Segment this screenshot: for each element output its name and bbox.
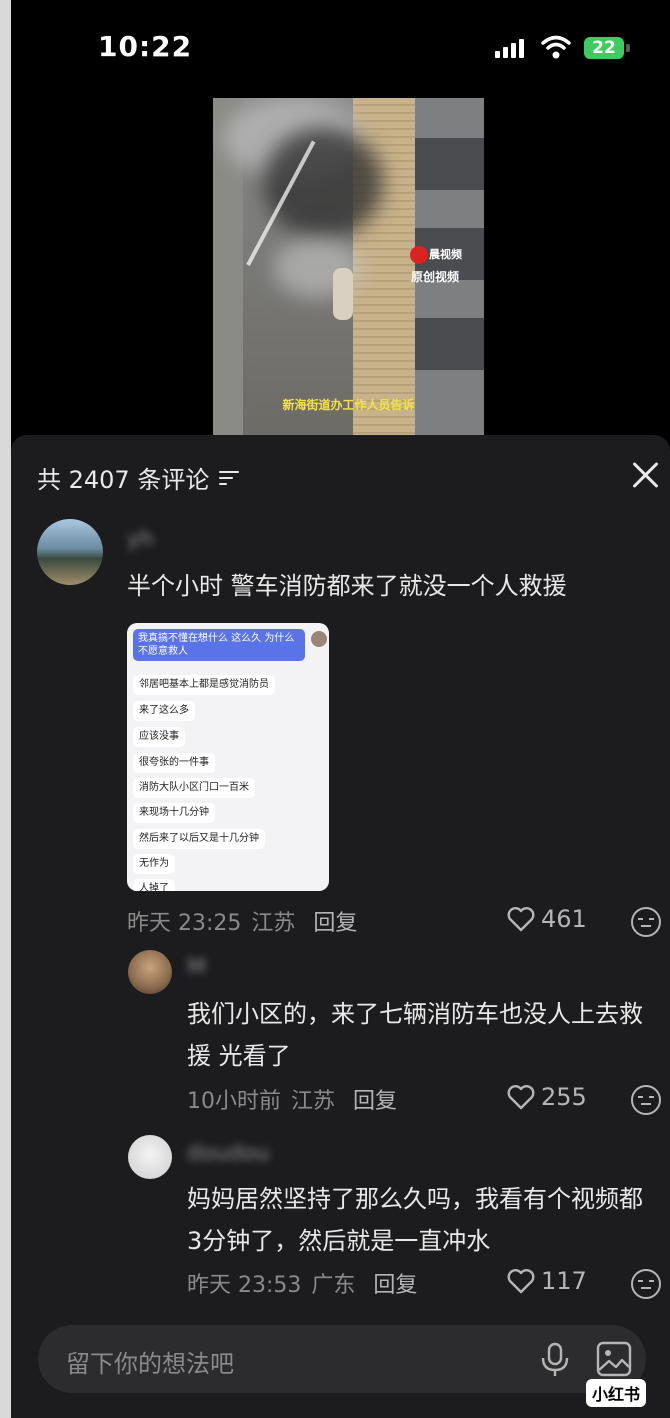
comment-time: 昨天 23:25 <box>127 911 242 936</box>
comment-text: 妈妈居然坚持了那么久吗，我看有个视频都3分钟了，然后就是一直冲水 <box>187 1185 643 1255</box>
comment-username[interactable]: doudou <box>187 1141 270 1166</box>
building-right <box>415 98 484 435</box>
wifi-icon <box>541 35 571 59</box>
emoji-reaction-icon[interactable] <box>631 907 661 937</box>
comment-input[interactable]: 留下你的想法吧 <box>38 1325 646 1393</box>
video-watermark-logo <box>410 246 428 264</box>
status-bar: 10:22 22 <box>11 0 670 95</box>
comment-text: 半个小时 警车消防都来了就没一个人救援 <box>127 572 567 600</box>
comment-meta: 10小时前 江苏 回复 <box>187 1083 397 1115</box>
comment-text: 我们小区的，来了七辆消防车也没人上去救援 光看了 <box>187 1000 643 1070</box>
chat-message: 来了这么多 <box>133 701 195 721</box>
chat-message: 然后来了以后又是十几分钟 <box>133 829 265 849</box>
comment-username[interactable]: M <box>187 955 206 980</box>
video-thumbnail[interactable]: 晨视频 原创视频 新海街道办工作人员告诉 <box>213 98 484 435</box>
chat-message: 无作为 <box>133 854 175 874</box>
comment-meta: 昨天 23:25 江苏 回复 <box>127 905 357 937</box>
comment-time: 10小时前 <box>187 1089 281 1114</box>
battery-level: 22 <box>592 38 616 58</box>
reply-button[interactable]: 回复 <box>353 1083 397 1115</box>
reply-button[interactable]: 回复 <box>373 1267 417 1299</box>
comment-location: 广东 <box>311 1273 356 1298</box>
cellular-signal-icon <box>495 38 524 58</box>
heart-icon <box>507 1085 535 1110</box>
chat-message: 消防大队小区门口一百米 <box>133 778 255 798</box>
video-watermark-name: 晨视频 <box>429 248 462 261</box>
like-button[interactable]: 255 <box>507 1083 587 1111</box>
avatar[interactable] <box>128 950 172 994</box>
emoji-reaction-icon[interactable] <box>631 1269 661 1299</box>
reply-button[interactable]: 回复 <box>313 905 357 937</box>
chat-message: 来现场十几分钟 <box>133 803 215 823</box>
comment-meta: 昨天 23:53 广东 回复 <box>187 1267 417 1299</box>
like-button[interactable]: 117 <box>507 1267 587 1295</box>
avatar[interactable] <box>128 1135 172 1179</box>
comment-username[interactable]: yh <box>127 527 154 552</box>
chat-avatar <box>311 631 327 647</box>
person-figure <box>333 268 353 320</box>
heart-icon <box>507 907 535 932</box>
comment-image[interactable]: 我真搞不懂在想什么 这么久 为什么不愿意救人 邻居吧基本上都是感觉消防员 来了这… <box>127 623 329 891</box>
comment-count-label: 共 2407 条评论 <box>37 466 210 494</box>
chat-message: 邻居吧基本上都是感觉消防员 <box>133 675 275 695</box>
comment-time: 昨天 23:53 <box>187 1273 302 1298</box>
avatar[interactable] <box>37 519 103 585</box>
battery-indicator: 22 <box>584 37 624 59</box>
like-count: 117 <box>541 1267 587 1295</box>
chat-message-blue: 我真搞不懂在想什么 这么久 为什么不愿意救人 <box>133 629 305 661</box>
like-count: 255 <box>541 1083 587 1111</box>
video-caption: 新海街道办工作人员告诉 <box>282 398 415 412</box>
video-watermark-original: 原创视频 <box>411 270 460 284</box>
comments-panel: 共 2407 条评论 yh 半个小时 警车消防都来了就没一个人救援 我真搞不懂在… <box>11 435 670 1418</box>
image-picker-icon[interactable] <box>595 1340 633 1378</box>
heart-icon <box>507 1269 535 1294</box>
chat-message: 人掉了 <box>133 879 175 891</box>
sort-filter-icon[interactable] <box>219 468 240 488</box>
chat-message: 应该没事 <box>133 727 185 747</box>
left-edge-bar <box>0 0 11 1418</box>
close-icon[interactable] <box>631 460 661 490</box>
microphone-icon[interactable] <box>538 1342 572 1378</box>
xiaohongshu-watermark: 小红书 <box>586 1379 647 1407</box>
status-time: 10:22 <box>98 30 193 63</box>
comment-location: 江苏 <box>251 911 296 936</box>
comment-count[interactable]: 共 2407 条评论 <box>37 460 240 495</box>
comment-input-placeholder: 留下你的想法吧 <box>66 1350 234 1378</box>
like-count: 461 <box>541 905 587 933</box>
like-button[interactable]: 461 <box>507 905 587 933</box>
battery-tip <box>626 44 630 52</box>
emoji-reaction-icon[interactable] <box>631 1085 661 1115</box>
chat-message: 很夸张的一件事 <box>133 753 215 773</box>
comment-location: 江苏 <box>291 1089 336 1114</box>
